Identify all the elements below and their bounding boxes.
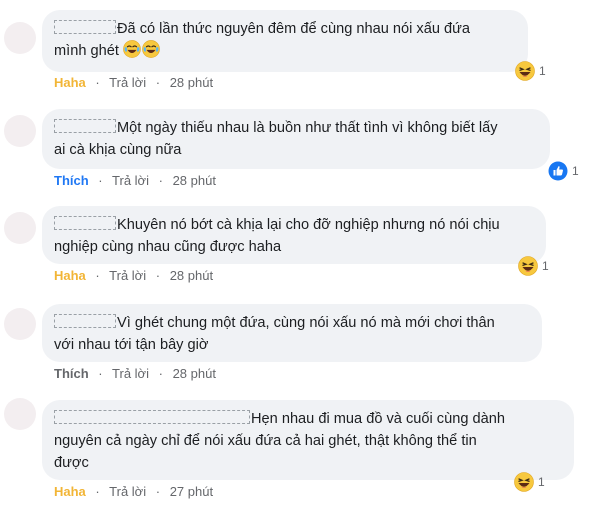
reaction-count-badge[interactable]: 1	[514, 471, 545, 493]
reaction-count-badge[interactable]: 1	[515, 60, 546, 82]
comment-actions: Haha · Trả lời · 28 phút	[54, 74, 213, 92]
avatar[interactable]	[4, 22, 36, 54]
comment-text-line: mình ghét	[54, 40, 514, 62]
reaction-button[interactable]: Haha	[54, 484, 86, 499]
reply-button[interactable]: Trả lời	[109, 268, 146, 283]
separator-dot: ·	[155, 484, 161, 499]
comment-actions: Haha · Trả lời · 28 phút	[54, 267, 213, 285]
reaction-button[interactable]: Thích	[54, 173, 89, 188]
reaction-button[interactable]: Haha	[54, 75, 86, 90]
reply-button[interactable]: Trả lời	[112, 366, 149, 381]
separator-dot: ·	[158, 366, 163, 381]
comment-bubble: Hẹn nhau đi mua đồ và cuối cùng dành ngu…	[42, 400, 574, 480]
timestamp[interactable]: 28 phút	[173, 173, 216, 188]
comment-bubble: Một ngày thiếu nhau là buồn như thất tìn…	[42, 109, 550, 169]
reply-button[interactable]: Trả lời	[109, 484, 146, 499]
avatar[interactable]	[4, 398, 36, 430]
comment-actions: Haha · Trả lời · 27 phút	[54, 483, 213, 501]
reaction-button[interactable]: Thích	[54, 366, 89, 381]
timestamp[interactable]: 28 phút	[173, 366, 216, 381]
comment-bubble: Khuyên nó bớt cà khịa lại cho đỡ nghiệp …	[42, 206, 546, 264]
comment-actions: Thích · Trả lời · 28 phút	[54, 365, 216, 383]
redacted-name	[54, 410, 250, 424]
comment-text-line: nguyên cả ngày chỉ để nói xấu đứa cả hai…	[54, 433, 477, 449]
comment-bubble: Vì ghét chung một đứa, cùng nói xấu nó m…	[42, 304, 542, 362]
redacted-name	[54, 216, 116, 230]
comment-text-line: nghiệp cùng nhau cũng được haha	[54, 239, 282, 255]
haha-icon	[514, 472, 534, 492]
haha-icon	[518, 256, 538, 276]
comment-bubble: Đã có lần thức nguyên đêm để cùng nhau n…	[42, 10, 528, 72]
laughing-crying-emoji	[122, 40, 141, 58]
separator-dot: ·	[158, 173, 163, 188]
reply-button[interactable]: Trả lời	[109, 75, 146, 90]
reply-button[interactable]: Trả lời	[112, 173, 149, 188]
separator-dot: ·	[98, 366, 103, 381]
comment-text-line: được	[54, 455, 89, 471]
timestamp[interactable]: 28 phút	[170, 268, 213, 283]
timestamp[interactable]: 28 phút	[170, 75, 213, 90]
laughing-crying-emoji	[141, 40, 160, 58]
comment-text-line: Một ngày thiếu nhau là buồn như thất tìn…	[54, 117, 536, 139]
redacted-name	[54, 20, 116, 34]
comment-text-line: ai cà khịa cùng nữa	[54, 142, 182, 158]
timestamp[interactable]: 27 phút	[170, 484, 213, 499]
avatar[interactable]	[4, 212, 36, 244]
reaction-count-badge[interactable]: 1	[548, 160, 579, 182]
separator-dot: ·	[155, 268, 161, 283]
comment-text-line: Hẹn nhau đi mua đồ và cuối cùng dành	[54, 408, 560, 430]
comment-text-line: Khuyên nó bớt cà khịa lại cho đỡ nghiệp …	[54, 214, 532, 236]
separator-dot: ·	[98, 173, 103, 188]
like-icon	[548, 161, 568, 181]
separator-dot: ·	[155, 75, 161, 90]
separator-dot: ·	[95, 268, 100, 283]
comment-text-line: Đã có lần thức nguyên đêm để cùng nhau n…	[54, 18, 514, 40]
separator-dot: ·	[95, 484, 100, 499]
haha-icon	[515, 61, 535, 81]
comment-text-line: Vì ghét chung một đứa, cùng nói xấu nó m…	[54, 312, 528, 334]
reaction-button[interactable]: Haha	[54, 268, 86, 283]
redacted-name	[54, 314, 116, 328]
reaction-count-badge[interactable]: 1	[518, 255, 549, 277]
comment-text-line: với nhau tới tận bây giờ	[54, 337, 209, 353]
avatar[interactable]	[4, 308, 36, 340]
separator-dot: ·	[95, 75, 100, 90]
comment-actions: Thích · Trả lời · 28 phút	[54, 172, 216, 190]
redacted-name	[54, 119, 116, 133]
avatar[interactable]	[4, 115, 36, 147]
